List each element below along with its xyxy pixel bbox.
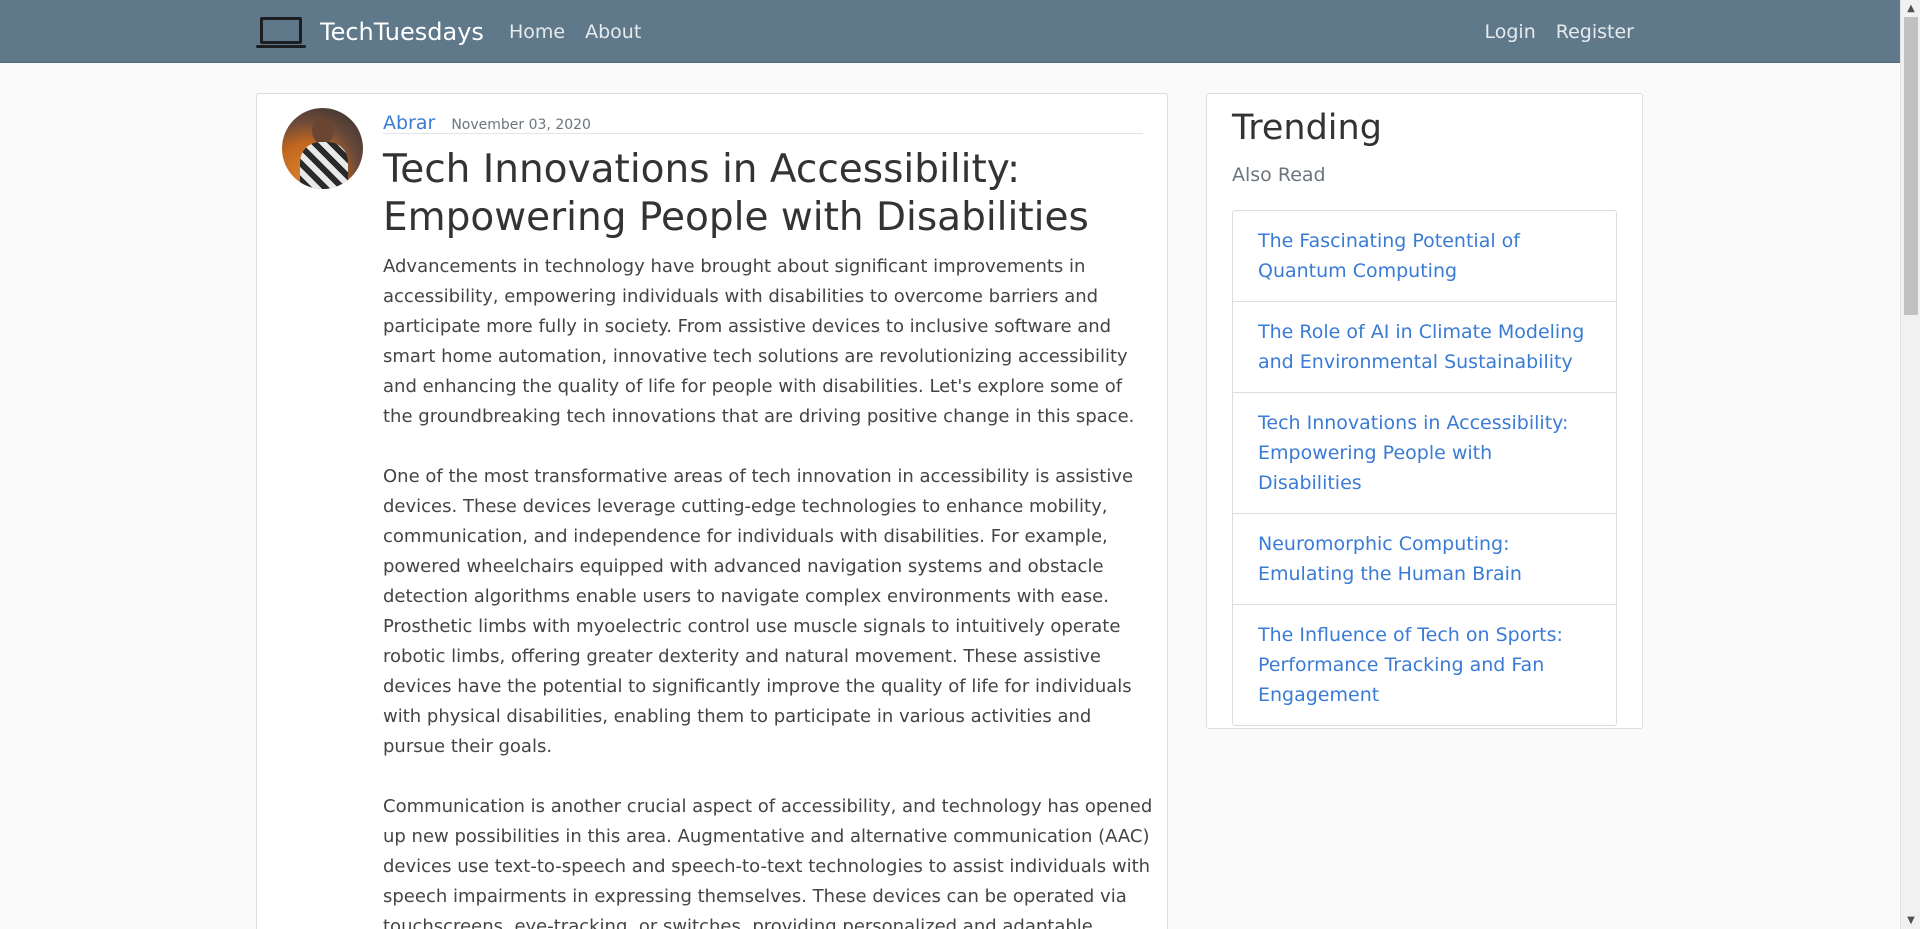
sidebar-title: Trending <box>1232 108 1382 148</box>
vertical-scrollbar[interactable]: ▲ ▼ <box>1900 0 1920 929</box>
author-link[interactable]: Abrar <box>383 112 435 134</box>
trending-item[interactable]: Neuromorphic Computing: Emulating the Hu… <box>1233 514 1616 605</box>
nav-register-link[interactable]: Register <box>1556 21 1634 43</box>
brand-link[interactable]: TechTuesdays <box>256 0 484 63</box>
post-meta: Abrar November 03, 2020 <box>383 112 1143 134</box>
sidebar-subtitle: Also Read <box>1232 164 1326 186</box>
author-avatar <box>282 108 363 189</box>
post-card: Abrar November 03, 2020 Tech Innovations… <box>256 93 1168 929</box>
trending-item[interactable]: The Role of AI in Climate Modeling and E… <box>1233 302 1616 393</box>
post-paragraph: Communication is another crucial aspect … <box>383 796 1153 929</box>
scroll-down-arrow-icon[interactable]: ▼ <box>1901 912 1920 929</box>
trending-list: The Fascinating Potential of Quantum Com… <box>1232 210 1617 726</box>
post-paragraph: One of the most transformative areas of … <box>383 466 1134 757</box>
post-title: Tech Innovations in Accessibility: Empow… <box>383 147 1089 240</box>
nav-right: Login Register <box>1465 0 1635 63</box>
nav-left: Home About <box>509 0 661 63</box>
post-content: Advancements in technology have brought … <box>383 252 1153 929</box>
nav-home-link[interactable]: Home <box>509 21 565 43</box>
scroll-up-arrow-icon[interactable]: ▲ <box>1901 0 1920 17</box>
trending-item[interactable]: Tech Innovations in Accessibility: Empow… <box>1233 393 1616 514</box>
trending-sidebar: Trending Also Read The Fascinating Poten… <box>1206 93 1643 729</box>
trending-item[interactable]: The Influence of Tech on Sports: Perform… <box>1233 605 1616 725</box>
nav-login-link[interactable]: Login <box>1485 21 1536 43</box>
scroll-thumb[interactable] <box>1904 17 1918 315</box>
brand-name: TechTuesdays <box>320 17 484 46</box>
top-navbar: TechTuesdays Home About Login Register <box>0 0 1900 63</box>
nav-about-link[interactable]: About <box>585 21 641 43</box>
trending-item[interactable]: The Fascinating Potential of Quantum Com… <box>1233 211 1616 302</box>
post-paragraph: Advancements in technology have brought … <box>383 256 1135 427</box>
post-date: November 03, 2020 <box>451 117 591 133</box>
laptop-icon <box>256 15 306 49</box>
